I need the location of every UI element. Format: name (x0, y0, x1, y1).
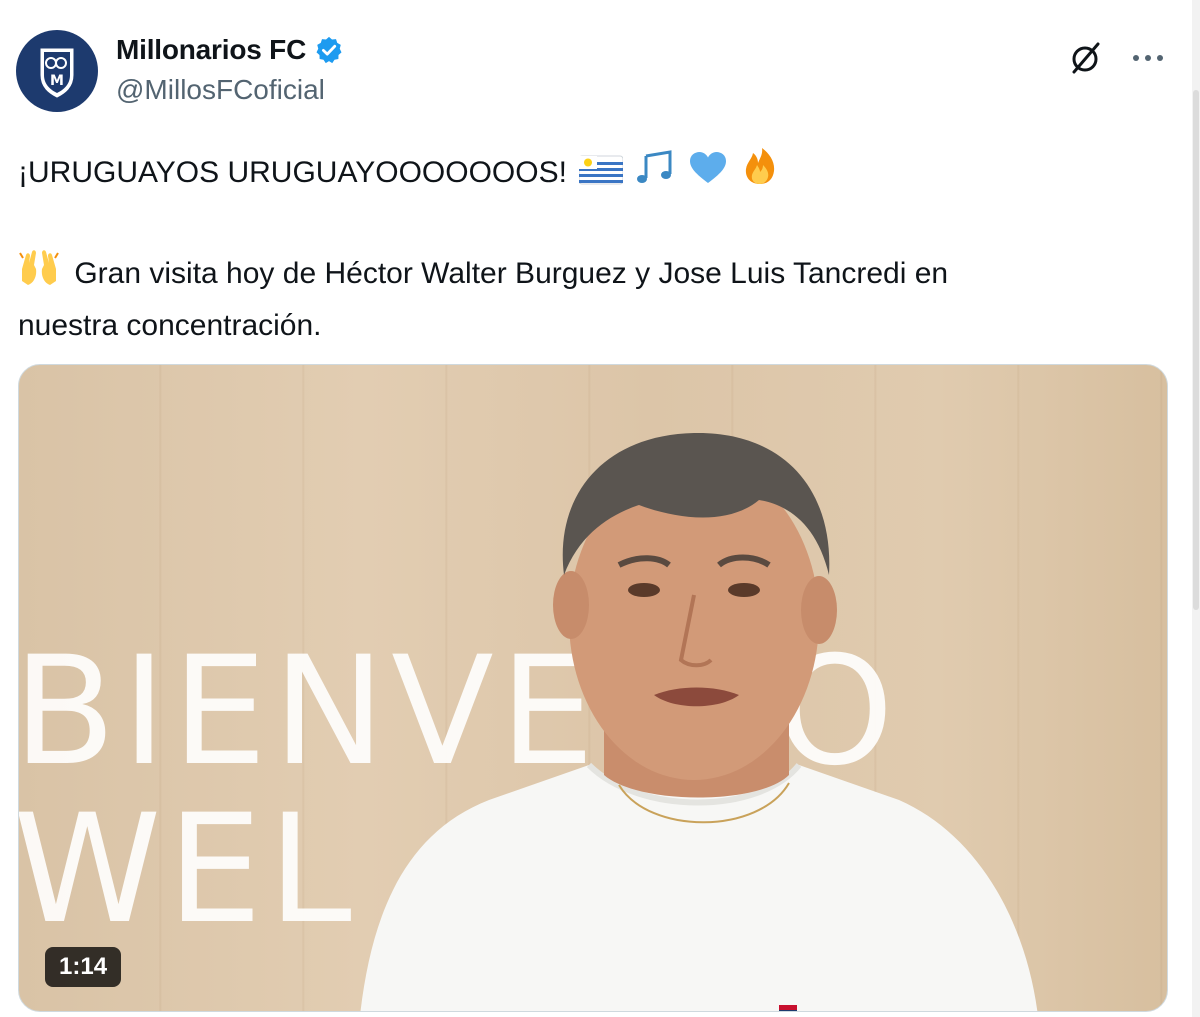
uruguay-flag-emoji (578, 153, 624, 201)
author-handle[interactable]: @MillosFCoficial (116, 74, 344, 106)
tweet-text-line-3: nuestra concentración. (18, 302, 1168, 350)
tweet-text-line-2: Gran visita hoy de Héctor Walter Burguez… (18, 249, 1168, 302)
video-wall-text-line-2: WEL (18, 783, 358, 957)
tweet-text: ¡URUGUAYOS URUGUAYOOOOOOOS! Gran visita … (18, 146, 1168, 350)
tweet-top-actions (1066, 38, 1168, 78)
tweet-video[interactable]: BIENVE DO WEL 1:14 (18, 364, 1168, 1012)
scrollbar-thumb[interactable] (1193, 90, 1199, 610)
tweet-body-line-2: Gran visita hoy de Héctor Walter Burguez… (74, 257, 949, 290)
video-duration-badge: 1:14 (45, 947, 122, 987)
author-display-name[interactable]: Millonarios FC (116, 34, 306, 66)
blue-heart-emoji (688, 150, 728, 201)
tweet-card: M Millonarios FC @MillosFCoficial ¡URUGU… (0, 0, 1200, 1017)
raising-hands-emoji (18, 249, 60, 302)
tweet-body-line-3: nuestra concentración. (18, 309, 322, 342)
more-options-icon[interactable] (1128, 38, 1168, 78)
grok-icon[interactable] (1066, 38, 1106, 78)
music-notes-emoji (636, 150, 676, 201)
verified-badge-icon[interactable] (314, 35, 344, 65)
video-person-image (360, 432, 1038, 1011)
scrollbar-track[interactable] (1192, 0, 1200, 1017)
tweet-headline: ¡URUGUAYOS URUGUAYOOOOOOOS! (18, 156, 567, 189)
svg-text:M: M (50, 73, 64, 89)
avatar[interactable]: M (16, 30, 98, 112)
author-info: Millonarios FC @MillosFCoficial (116, 34, 344, 106)
tweet-text-line-1: ¡URUGUAYOS URUGUAYOOOOOOOS! (18, 146, 1168, 201)
fire-emoji (740, 146, 780, 201)
tweet-text-spacer (18, 201, 1168, 249)
millonarios-crest-icon: M (40, 48, 74, 98)
